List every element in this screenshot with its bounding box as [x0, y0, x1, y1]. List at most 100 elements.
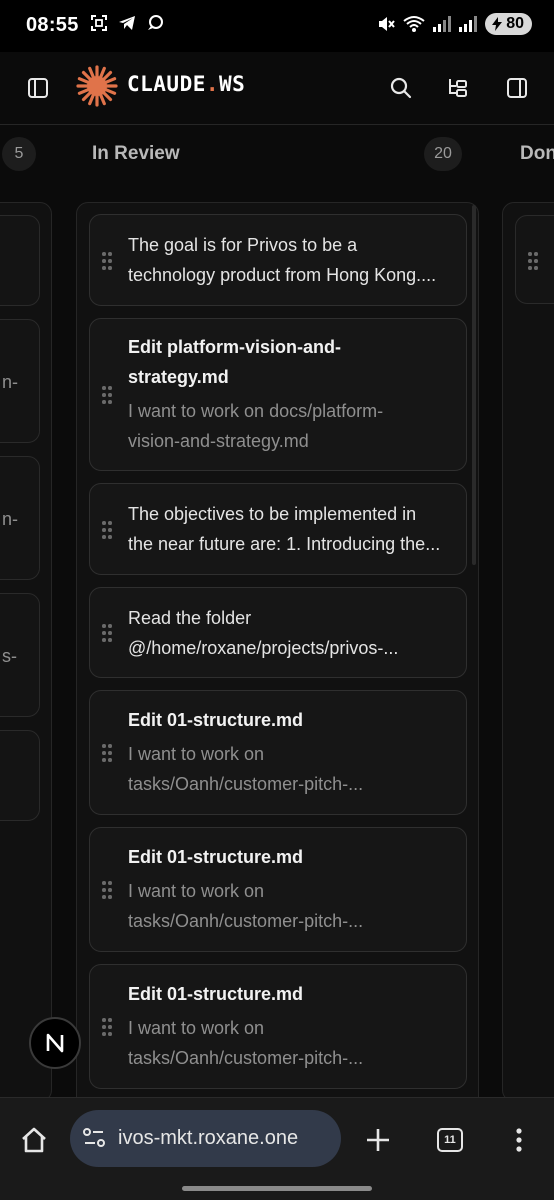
card-title: Edit 01-structure.md — [128, 710, 304, 730]
left-card-fragment: n- — [2, 372, 19, 392]
gesture-bar[interactable] — [182, 1186, 372, 1191]
card-title: Edit 01-structure.md — [128, 984, 304, 1004]
new-tab-button[interactable] — [358, 1120, 398, 1160]
task-card[interactable]: Edit 01-structure.md I want to work on t… — [89, 827, 467, 952]
status-time: 08:55 — [26, 14, 79, 36]
browser-menu-button[interactable] — [499, 1120, 539, 1160]
tab-switcher-button[interactable]: 11 — [430, 1120, 470, 1160]
drag-handle-icon[interactable] — [102, 744, 112, 762]
task-card[interactable]: Edit 01-structure.md I want to work on t… — [89, 690, 467, 815]
search-icon — [390, 77, 412, 99]
plus-icon — [367, 1129, 389, 1151]
card-text: Edit 01-structure.md I want to work on t… — [128, 705, 452, 799]
card-text-line: @/home/roxane/projects/privos-... — [128, 638, 399, 658]
site-settings-icon[interactable] — [82, 1127, 106, 1149]
left-card[interactable]: s- — [0, 593, 40, 717]
card-description: I want to work on — [128, 881, 265, 901]
status-bar: 08:55 80 — [0, 0, 554, 52]
review-column-count: 20 — [424, 137, 462, 171]
left-column-panel: n- n- s- — [0, 202, 52, 1097]
card-text-line: the near future are: 1. Introducing the.… — [128, 534, 441, 554]
more-vertical-icon — [516, 1128, 522, 1152]
drag-handle-icon[interactable] — [102, 881, 112, 899]
left-card[interactable]: n- — [0, 319, 40, 443]
app-header: CLAUDE.WS — [0, 52, 554, 125]
card-description: tasks/Oanh/customer-pitch-... — [128, 911, 364, 931]
browser-toolbar: ivos-mkt.roxane.one 11 — [0, 1097, 554, 1200]
review-column-panel: The goal is for Privos to be a technolog… — [76, 202, 479, 1097]
wifi-icon — [403, 16, 425, 32]
sidebar-toggle-button[interactable] — [20, 70, 56, 106]
claude-logo-icon — [76, 65, 118, 107]
card-text: Edit 01-structure.md I want to work on t… — [128, 979, 452, 1073]
card-text-line: technology product from Hong Kong.... — [128, 265, 437, 285]
mute-icon — [379, 17, 395, 31]
left-card-fragment: n- — [2, 509, 19, 529]
panel-toggle-button[interactable] — [499, 70, 535, 106]
task-card[interactable]: The goal is for Privos to be a technolog… — [89, 214, 467, 306]
card-description: vision-and-strategy.md — [128, 431, 309, 451]
column-scrollbar[interactable] — [472, 205, 476, 565]
sidebar-icon — [28, 78, 48, 98]
drag-handle-icon[interactable] — [102, 1018, 112, 1036]
telegram-icon — [119, 16, 135, 30]
card-text: The objectives to be implemented in the … — [128, 499, 452, 559]
brand-dot: . — [205, 72, 220, 96]
panel-right-icon — [507, 78, 527, 98]
left-column-count: 5 — [2, 137, 36, 171]
left-card[interactable]: n- — [0, 456, 40, 580]
url-bar[interactable]: ivos-mkt.roxane.one — [70, 1110, 341, 1167]
home-icon — [22, 1127, 46, 1153]
left-column-header: 5 — [2, 125, 38, 183]
review-column-header: In Review 20 — [92, 125, 462, 183]
drag-handle-icon[interactable] — [528, 252, 538, 270]
card-description: I want to work on — [128, 744, 265, 764]
card-text: Edit 01-structure.md I want to work on t… — [128, 842, 452, 936]
messenger-icon — [148, 15, 163, 30]
url-text[interactable]: ivos-mkt.roxane.one — [118, 1127, 298, 1150]
card-title: Edit 01-structure.md — [128, 847, 304, 867]
task-card[interactable]: Read the folder @/home/roxane/projects/p… — [89, 587, 467, 678]
card-description: I want to work on docs/platform- — [128, 401, 384, 421]
card-text-line: The objectives to be implemented in — [128, 504, 417, 524]
task-card[interactable]: The objectives to be implemented in the … — [89, 483, 467, 575]
screenshot-icon — [91, 15, 107, 31]
brand-name: CLAUDE.WS — [127, 72, 245, 96]
kanban-board[interactable]: 5 n- n- s- In Review 20 The goal is for … — [0, 125, 554, 1097]
drag-handle-icon[interactable] — [102, 386, 112, 404]
signal-icon-2 — [459, 16, 478, 32]
signal-icon — [433, 16, 452, 32]
next-column-panel — [502, 202, 554, 1097]
card-text-line: The goal is for Privos to be a — [128, 235, 358, 255]
next-card[interactable] — [515, 215, 554, 304]
card-text: Read the folder @/home/roxane/projects/p… — [128, 603, 452, 663]
battery-level: 80 — [506, 15, 524, 32]
next-column-header: Don — [520, 125, 554, 183]
card-text-line: Read the folder — [128, 608, 252, 628]
brand-suffix: WS — [219, 72, 246, 96]
card-title: Edit platform-vision-and- — [128, 337, 341, 357]
card-description: tasks/Oanh/customer-pitch-... — [128, 1048, 364, 1068]
brand-main: CLAUDE — [127, 72, 206, 96]
card-text: The goal is for Privos to be a technolog… — [128, 230, 452, 290]
drag-handle-icon[interactable] — [102, 624, 112, 642]
review-column-title: In Review — [92, 143, 180, 164]
left-card[interactable] — [0, 730, 40, 821]
tree-view-button[interactable] — [440, 70, 476, 106]
folder-tree-icon — [449, 79, 467, 97]
drag-handle-icon[interactable] — [102, 252, 112, 270]
n-logo-icon — [46, 1033, 64, 1053]
next-column-title: Don — [520, 143, 554, 164]
left-card-fragment: s- — [2, 646, 17, 666]
drag-handle-icon[interactable] — [102, 521, 112, 539]
task-card[interactable]: Edit 01-structure.md I want to work on t… — [89, 964, 467, 1089]
search-button[interactable] — [383, 70, 419, 106]
dev-tools-button[interactable]: N — [29, 1017, 81, 1069]
card-description: tasks/Oanh/customer-pitch-... — [128, 774, 364, 794]
card-title: strategy.md — [128, 367, 229, 387]
battery-indicator: 80 — [485, 13, 532, 35]
charging-icon — [492, 17, 503, 31]
home-button[interactable] — [14, 1120, 54, 1160]
task-card[interactable]: Edit platform-vision-and- strategy.md I … — [89, 318, 467, 471]
left-card[interactable] — [0, 215, 40, 306]
